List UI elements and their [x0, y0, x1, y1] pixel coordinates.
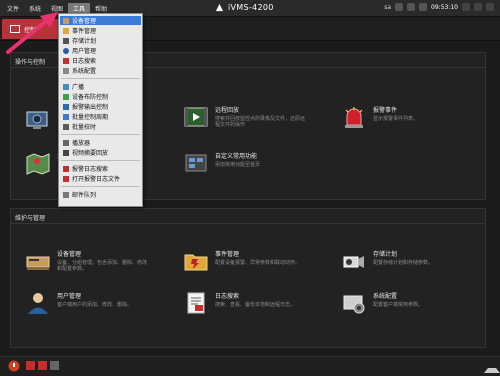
- menu-item-open-alarm-log[interactable]: 打开报警日志文件: [60, 174, 141, 183]
- alarm-siren-icon: [345, 107, 363, 128]
- item-desc: 配置客户端常用参数。: [373, 302, 424, 308]
- menu-item-player[interactable]: 播放器: [60, 138, 141, 147]
- menu-item-label: 报警日志搜索: [72, 166, 109, 173]
- film-playback-icon: [184, 107, 208, 127]
- item-name: 远程回放: [215, 107, 240, 114]
- status-alarm-icon[interactable]: [8, 360, 20, 372]
- hikvision-logo-icon: [215, 3, 224, 12]
- item-desc: 客户端用户的添加、修改、删除。: [57, 302, 133, 308]
- user-icon: [28, 293, 48, 314]
- menu-item-alarm-log-search[interactable]: 报警日志搜索: [60, 164, 141, 173]
- cpu-icon: [407, 3, 416, 11]
- item-desc: 搜索并回放监控点的录像及文件，还原远程文件的操作: [215, 116, 306, 128]
- menu-item-label: 批量控制周期: [72, 114, 109, 121]
- status-audio-icon[interactable]: [38, 361, 47, 370]
- item-name: 存储计划: [373, 251, 398, 258]
- system-tray: sa 09:53:10: [384, 3, 494, 11]
- alarm-output-icon: [63, 103, 69, 110]
- menu-separator: [61, 78, 140, 79]
- dvr-device-icon: [26, 256, 50, 270]
- item-desc: 添加常用功能至首页: [215, 162, 261, 168]
- menu-item-label: 批量校时: [72, 124, 97, 131]
- menu-item-time-sync[interactable]: 批量校时: [60, 122, 141, 131]
- app-title-text: iVMS-4200: [228, 3, 274, 12]
- menu-item-broadcast[interactable]: 广播: [60, 82, 141, 91]
- storage-schedule-item[interactable]: 存储计划 配置存储计划和存储参数。: [341, 249, 463, 273]
- menu-item-mail-queue[interactable]: 邮件队列: [60, 190, 141, 199]
- maximize-icon[interactable]: [474, 3, 482, 11]
- menu-item-batch-control[interactable]: 批量控制周期: [60, 112, 141, 121]
- item-name: 日志搜索: [215, 293, 240, 300]
- item-name: 报警事件: [373, 107, 398, 114]
- camcorder-icon: [343, 256, 364, 268]
- expand-up-icon[interactable]: [484, 362, 500, 373]
- menu-item-label: 广播: [72, 84, 85, 91]
- alarm-log-icon: [63, 165, 69, 172]
- device-management-item[interactable]: 设备管理 设备、分组管理，包含添加、删除、修改和配置参数。: [25, 249, 147, 273]
- item-desc: 配置存储计划和存储参数。: [373, 260, 434, 266]
- menu-item-label: 报警输出控制: [72, 104, 109, 111]
- system-config-item[interactable]: 系统配置 配置客户端常用参数。: [341, 291, 463, 315]
- menu-item-label: 设备布防控制: [72, 94, 109, 101]
- open-file-icon: [63, 175, 69, 182]
- custom-functions-item[interactable]: 自定义常用功能 添加常用功能至首页: [183, 151, 305, 175]
- maintenance-management-panel: 维护与管理 设备管理 设备、分组管理，包含添加、删除、修改和配置参数。 事件管理…: [10, 208, 486, 348]
- menu-item-label: 视频摘要回放: [72, 150, 109, 157]
- menu-separator: [61, 186, 140, 187]
- current-user: sa: [384, 3, 392, 11]
- menu-separator: [61, 160, 140, 161]
- settings-computer-icon: [343, 295, 365, 314]
- video-summary-icon: [63, 149, 69, 156]
- time-sync-icon: [63, 123, 69, 130]
- log-document-icon: [187, 292, 205, 314]
- annotation-arrow-icon: [6, 12, 58, 54]
- config-icon: [63, 67, 69, 74]
- event-management-item[interactable]: 事件管理 配置设备报警、异常参数和联动动作。: [183, 249, 305, 273]
- status-record-icon[interactable]: [26, 361, 35, 370]
- item-desc: 显示报警事件列表。: [373, 116, 419, 122]
- menu-item-system-config[interactable]: 系统配置: [60, 66, 141, 75]
- menu-item-label: 打开报警日志文件: [72, 176, 121, 183]
- panel-title: 维护与管理: [15, 215, 46, 222]
- menu-item-label: 播放器: [72, 140, 91, 147]
- item-name: 系统配置: [373, 293, 398, 300]
- mail-icon: [63, 191, 69, 198]
- remote-playback-item[interactable]: 远程回放 搜索并回放监控点的录像及文件，还原远程文件的操作: [183, 105, 305, 129]
- event-folder-icon: [184, 254, 208, 271]
- main-view-item[interactable]: [25, 108, 51, 132]
- status-bar: [0, 356, 500, 376]
- menu-item-label: 系统配置: [72, 68, 97, 75]
- clock: 09:53:10: [431, 3, 458, 11]
- menu-separator: [61, 134, 140, 135]
- user-management-item[interactable]: 用户管理 客户端用户的添加、修改、删除。: [25, 291, 147, 315]
- divider: [11, 223, 485, 224]
- menu-item-alarm-output[interactable]: 报警输出控制: [60, 102, 141, 111]
- arm-icon: [63, 93, 69, 100]
- status-log-icon[interactable]: [50, 361, 59, 370]
- broadcast-icon: [63, 83, 69, 90]
- item-name: 设备管理: [57, 251, 82, 258]
- network-icon: [419, 3, 428, 11]
- close-icon[interactable]: [486, 3, 494, 11]
- item-name: 用户管理: [57, 293, 82, 300]
- item-name: 事件管理: [215, 251, 240, 258]
- alarm-event-item[interactable]: 报警事件 显示报警事件列表。: [341, 105, 463, 129]
- item-name: 自定义常用功能: [215, 153, 258, 160]
- menu-item-label: 邮件队列: [72, 192, 97, 199]
- menu-item-video-summary[interactable]: 视频摘要回放: [60, 148, 141, 157]
- minimize-icon[interactable]: [462, 3, 470, 11]
- item-desc: 配置设备报警、异常参数和联动动作。: [215, 260, 301, 266]
- item-desc: 设备、分组管理，包含添加、删除、修改和配置参数。: [57, 260, 148, 272]
- item-desc: 搜索、查看、备份本地和远程日志。: [215, 302, 296, 308]
- camera-monitor-icon: [26, 111, 48, 129]
- shortcut-grid-icon: [185, 154, 207, 172]
- player-icon: [63, 139, 69, 146]
- log-search-item[interactable]: 日志搜索 搜索、查看、备份本地和远程日志。: [183, 291, 305, 315]
- lock-icon[interactable]: [395, 3, 404, 11]
- map-icon: [26, 153, 50, 175]
- menu-item-arm-control[interactable]: 设备布防控制: [60, 92, 141, 101]
- batch-icon: [63, 113, 69, 120]
- app-title: iVMS-4200: [215, 3, 274, 12]
